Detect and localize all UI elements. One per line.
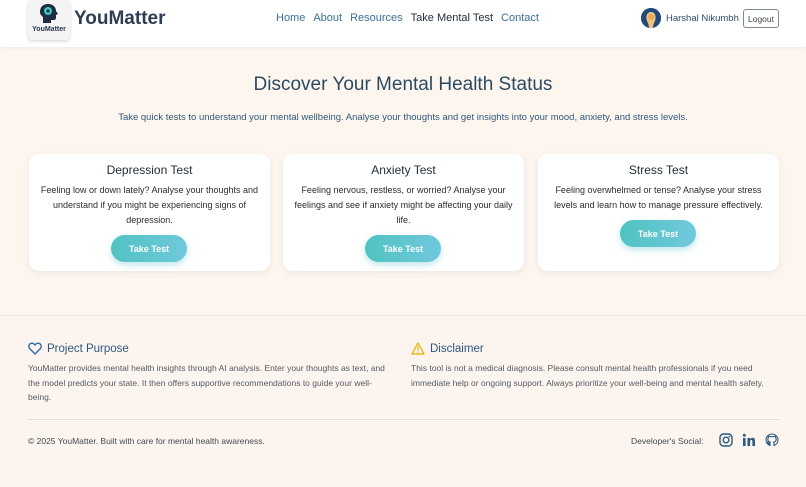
project-purpose-text: YouMatter provides mental health insight… bbox=[28, 363, 385, 402]
warning-icon bbox=[411, 342, 425, 355]
main-nav: Home About Resources Take Mental Test Co… bbox=[276, 12, 547, 24]
card-description: Feeling nervous, restless, or worried? A… bbox=[294, 185, 513, 225]
developer-social-label: Developer's Social: bbox=[631, 436, 704, 446]
stress-test-card: Stress Test Feeling overwhelmed or tense… bbox=[538, 154, 779, 271]
brand-name[interactable]: YouMatter bbox=[74, 8, 165, 30]
footer-divider bbox=[28, 419, 779, 420]
anxiety-test-card: Anxiety Test Feeling nervous, restless, … bbox=[283, 154, 524, 271]
page-subtitle: Take quick tests to understand your ment… bbox=[118, 112, 688, 123]
card-title: Anxiety Test bbox=[371, 163, 436, 177]
take-stress-test-button[interactable]: Take Test bbox=[620, 220, 696, 247]
take-depression-test-button[interactable]: Take Test bbox=[111, 235, 187, 262]
card-title: Stress Test bbox=[628, 163, 689, 177]
disclaimer-heading: Disclaimer bbox=[411, 342, 484, 355]
logo-text: YouMatter bbox=[32, 26, 66, 33]
avatar[interactable] bbox=[641, 8, 661, 28]
nav-about[interactable]: About bbox=[313, 12, 342, 24]
top-navbar: YouMatter YouMatter Home About Resources… bbox=[0, 0, 806, 47]
disclaimer-title: Disclaimer bbox=[430, 342, 484, 355]
card-title: Depression Test bbox=[106, 163, 193, 177]
instagram-icon[interactable] bbox=[719, 433, 733, 447]
take-anxiety-test-button[interactable]: Take Test bbox=[365, 235, 441, 262]
disclaimer-text: This tool is not a medical diagnosis. Pl… bbox=[411, 363, 764, 388]
nav-home[interactable]: Home bbox=[276, 12, 305, 24]
copyright-text: © 2025 YouMatter. Built with care for me… bbox=[28, 436, 265, 446]
footer: Project Purpose YouMatter provides menta… bbox=[0, 315, 806, 487]
avatar-image-icon bbox=[641, 8, 661, 28]
card-description: Feeling overwhelmed or tense? Analyse yo… bbox=[554, 185, 763, 210]
head-silhouette-icon bbox=[40, 4, 58, 23]
depression-test-card: Depression Test Feeling low or down late… bbox=[29, 154, 270, 271]
page-title: Discover Your Mental Health Status bbox=[253, 74, 553, 95]
nav-take-mental-test[interactable]: Take Mental Test bbox=[411, 12, 493, 24]
nav-resources[interactable]: Resources bbox=[350, 12, 403, 24]
logout-button[interactable]: Logout bbox=[743, 9, 779, 28]
project-purpose-title: Project Purpose bbox=[47, 342, 129, 355]
user-name[interactable]: Harshal Nikumbh bbox=[666, 13, 739, 24]
nav-contact[interactable]: Contact bbox=[501, 12, 539, 24]
logo[interactable]: YouMatter bbox=[28, 0, 70, 40]
project-purpose-heading: Project Purpose bbox=[28, 342, 129, 355]
linkedin-icon[interactable] bbox=[742, 433, 756, 447]
card-description: Feeling low or down lately? Analyse your… bbox=[40, 185, 259, 225]
github-icon[interactable] bbox=[765, 433, 779, 447]
heart-icon bbox=[28, 342, 42, 355]
